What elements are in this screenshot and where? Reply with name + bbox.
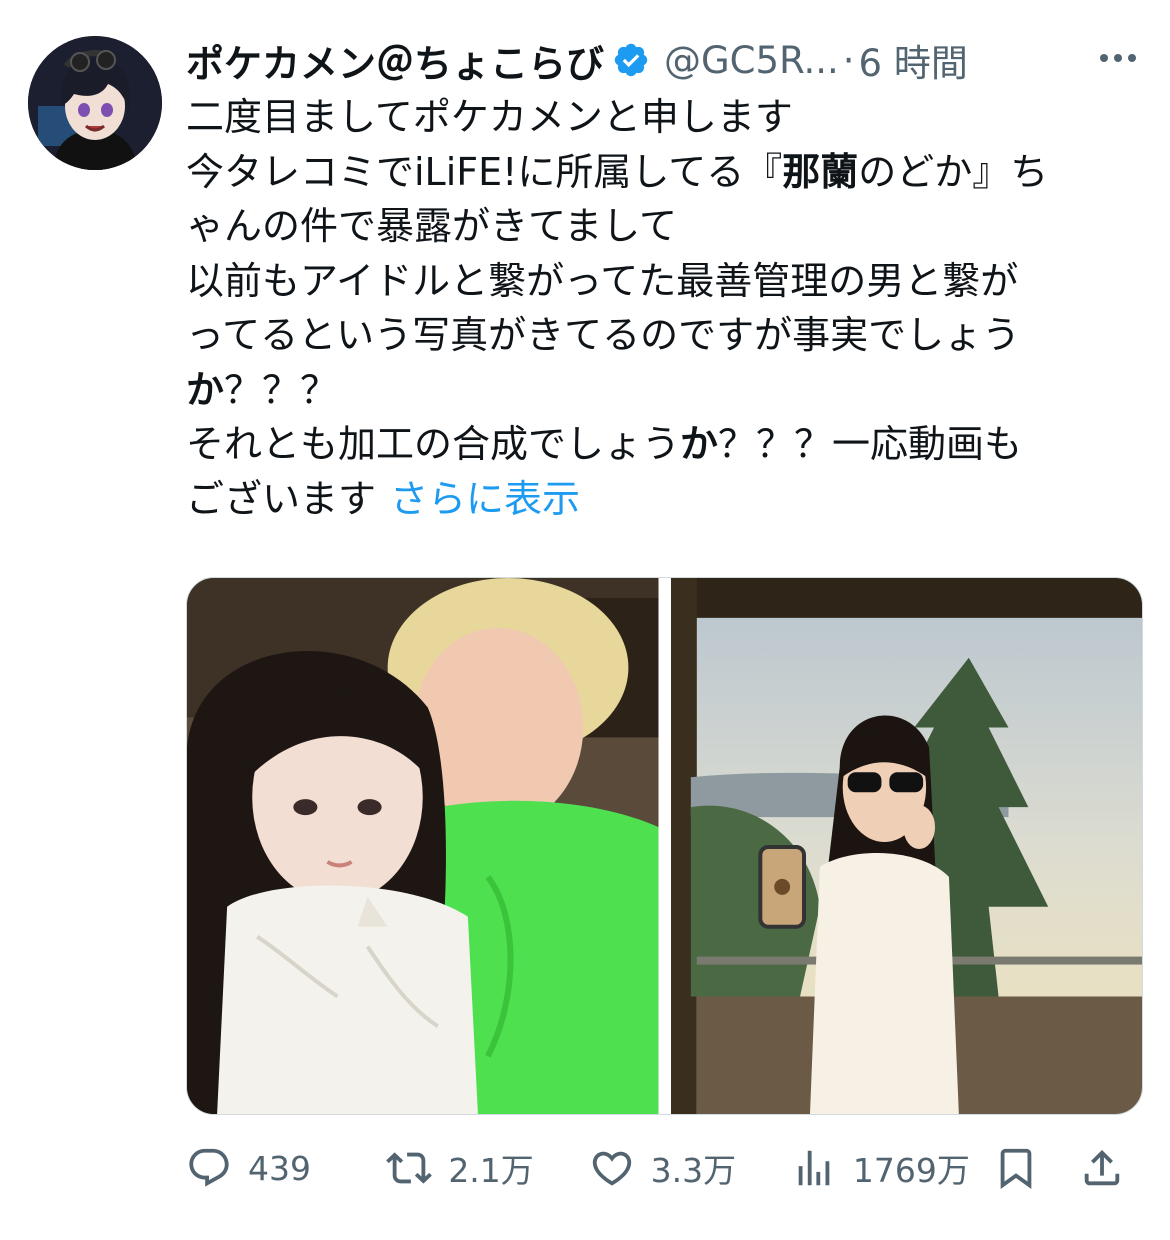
reply-icon [189,1148,229,1187]
views-button[interactable]: 1769万 [791,1144,993,1192]
text-segment: ってるという写真がきてるのですが事実でしょう [186,313,1021,357]
tweet-text: 二度目ましてポケカメンと申します 今タレコミでiLiFE!に所属してる『那蘭のど… [186,90,1146,526]
views-icon [798,1150,830,1186]
like-count: 3.3万 [650,1151,737,1190]
text-segment: ございます [186,476,377,521]
text-segment: 今タレコミでiLiFE!に所属してる『 [186,149,783,194]
retweet-button[interactable]: 2.1万 [386,1144,588,1192]
more-icon[interactable] [1096,40,1140,76]
photo-2[interactable] [670,578,1142,1114]
photo-sunset-balcony [670,578,1142,1114]
text-segment: それとも加工の合成でしょう [186,422,681,466]
views-count: 1769万 [852,1151,970,1190]
text-segment: ？？？一応動画も [718,422,1023,466]
tweet-line: ゃんの件で暴露がきてまして [186,199,1146,254]
verified-badge-icon [612,41,650,79]
text-segment-bold: か [680,422,719,466]
bookmark-icon [1000,1148,1032,1189]
text-segment: 二度目ましてポケカメンと申します [186,95,793,139]
separator-dot: · [842,38,855,82]
avatar-illustration [28,36,162,170]
text-segment: ？？？ [224,367,339,412]
author-handle[interactable]: @GC5R... [664,39,839,82]
bookmark-button[interactable] [993,1145,1079,1191]
avatar[interactable] [28,36,162,170]
media-grid [186,577,1143,1115]
share-icon [1084,1149,1120,1186]
reply-button[interactable]: 439 [186,1145,386,1191]
show-more-link[interactable]: さらに表示 [390,477,580,521]
timestamp[interactable]: 6 時間 [859,33,968,87]
text-segment-bold: 那蘭 [782,149,859,194]
retweet-icon [386,1152,433,1184]
text-segment: のどか』ち [858,149,1049,194]
tweet-line: ってるという写真がきてるのですが事実でしょう [186,308,1146,363]
tweet-line: 以前もアイドルと繋がってた最善管理の男と繋が [186,254,1146,309]
tweet-line: 二度目ましてポケカメンと申します [186,90,1146,145]
text-segment: 以前もアイドルと繋がってた最善管理の男と繋が [186,258,1019,303]
tweet-line: か？？？ [186,363,1146,418]
photo-couple-selfie [187,578,659,1114]
like-icon [592,1151,631,1186]
tweet-line: 今タレコミでiLiFE!に所属してる『那蘭のどか』ち [186,145,1146,200]
tweet-line: ございます さらに表示 [186,472,1146,527]
author-name[interactable]: ポケカメン＠ちょこらび [186,33,604,88]
retweet-count: 2.1万 [448,1151,534,1190]
tweet-header: ポケカメン＠ちょこらび @GC5R... · 6 時間 [186,34,1140,86]
tweet-line: それとも加工の合成でしょうか？？？一応動画も [186,417,1146,472]
text-segment: ゃんの件で暴露がきてまして [186,204,677,248]
text-segment-bold: か [186,367,225,412]
like-button[interactable]: 3.3万 [589,1144,791,1192]
action-bar: 439 2.1万 3.3万 1769万 [186,1140,1141,1196]
reply-count: 439 [248,1148,311,1188]
photo-1[interactable] [187,578,659,1114]
share-button[interactable] [1079,1145,1141,1191]
